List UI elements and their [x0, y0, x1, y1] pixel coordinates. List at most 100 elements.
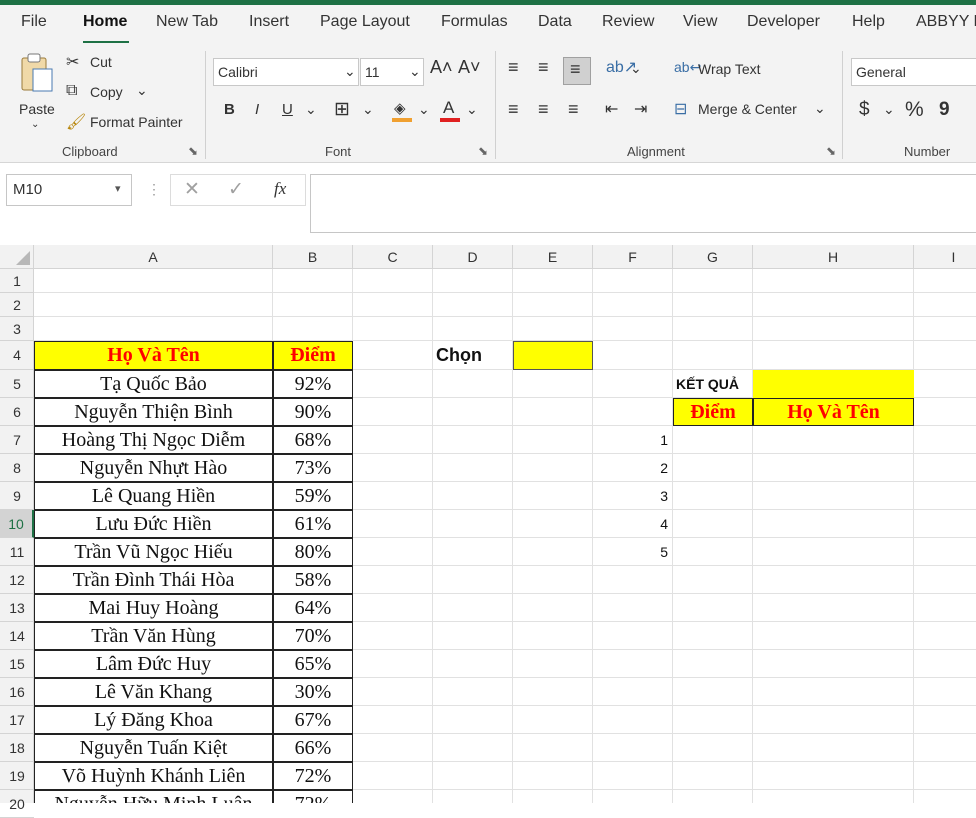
column-header-d[interactable]: D — [433, 245, 513, 269]
row-header-2[interactable]: 2 — [0, 293, 34, 317]
row-header-7[interactable]: 7 — [0, 426, 34, 454]
insert-function-icon[interactable]: fx — [274, 179, 286, 199]
dialog-launcher-icon[interactable]: ⬊ — [826, 144, 836, 158]
rank-number[interactable]: 1 — [593, 426, 673, 454]
result-header-name[interactable]: Họ Và Tên — [753, 398, 914, 426]
table-row-score[interactable]: 92% — [273, 370, 353, 398]
table-row-score[interactable]: 65% — [273, 650, 353, 678]
dialog-launcher-icon[interactable]: ⬊ — [188, 144, 198, 158]
table-row-score[interactable]: 68% — [273, 426, 353, 454]
row-header-18[interactable]: 18 — [0, 734, 34, 762]
table-row-name[interactable]: Võ Huỳnh Khánh Liên — [34, 762, 273, 790]
comma-style-button[interactable]: 9 — [939, 99, 950, 121]
formula-input[interactable] — [310, 174, 976, 233]
tab-new-tab[interactable]: New Tab — [156, 13, 218, 31]
drag-handle-icon[interactable]: ⋮ — [147, 181, 161, 198]
rank-number[interactable]: 5 — [593, 538, 673, 566]
table-row-score[interactable]: 72% — [273, 790, 353, 803]
align-center-icon[interactable]: ≡ — [538, 99, 549, 120]
row-header-9[interactable]: 9 — [0, 482, 34, 510]
table-row-score[interactable]: 70% — [273, 622, 353, 650]
table-row-score[interactable]: 64% — [273, 594, 353, 622]
tab-formulas[interactable]: Formulas — [441, 13, 508, 31]
table-row-score[interactable]: 66% — [273, 734, 353, 762]
column-header-a[interactable]: A — [34, 245, 273, 269]
italic-icon[interactable]: I — [255, 101, 259, 118]
align-bottom-button[interactable]: ≡ — [563, 57, 591, 85]
font-color-icon[interactable]: A — [440, 98, 460, 123]
table-row-score[interactable]: 90% — [273, 398, 353, 426]
ket-qua-label[interactable]: KẾT QUẢ — [673, 370, 753, 398]
table-row-name[interactable]: Trần Vũ Ngọc Hiếu — [34, 538, 273, 566]
table-header-name[interactable]: Họ Và Tên — [34, 341, 273, 370]
chevron-down-icon[interactable]: ⌄ — [883, 101, 895, 118]
tab-data[interactable]: Data — [538, 13, 572, 31]
underline-icon[interactable]: U — [282, 101, 293, 118]
table-row-score[interactable]: 73% — [273, 454, 353, 482]
font-size-select[interactable]: 11 ⌄ — [360, 58, 424, 86]
table-row-name[interactable]: Lê Văn Khang — [34, 678, 273, 706]
cell-grid[interactable]: Họ Và Tên Điểm Chọn Tạ Quốc Bảo 92% Nguyễn Th… — [34, 269, 976, 803]
percent-button[interactable]: % — [905, 98, 924, 122]
paste-button[interactable]: Paste ⌄ — [14, 51, 60, 131]
table-header-score[interactable]: Điểm — [273, 341, 353, 370]
rank-number[interactable]: 4 — [593, 510, 673, 538]
chon-input-cell[interactable] — [513, 341, 593, 370]
table-row-name[interactable]: Nguyễn Hữu Minh Luân — [34, 790, 273, 803]
chevron-down-icon[interactable]: ⌄ — [305, 101, 317, 118]
column-header-h[interactable]: H — [753, 245, 914, 269]
borders-icon[interactable]: ⊞ — [334, 98, 350, 121]
tab-home[interactable]: Home — [83, 13, 127, 31]
table-row-name[interactable]: Nguyễn Tuấn Kiệt — [34, 734, 273, 762]
align-left-icon[interactable]: ≡ — [508, 99, 519, 120]
chevron-down-icon[interactable]: ⌄ — [418, 101, 430, 118]
font-name-select[interactable]: Calibri ⌄ — [213, 58, 359, 86]
bold-icon[interactable]: B — [224, 101, 235, 118]
row-header-12[interactable]: 12 — [0, 566, 34, 594]
row-header-14[interactable]: 14 — [0, 622, 34, 650]
table-row-score[interactable]: 67% — [273, 706, 353, 734]
row-header-1[interactable]: 1 — [0, 269, 34, 293]
cancel-icon[interactable]: ✕ — [184, 178, 200, 201]
chon-label[interactable]: Chọn — [433, 341, 513, 370]
table-row-score[interactable]: 58% — [273, 566, 353, 594]
row-header-6[interactable]: 6 — [0, 398, 34, 426]
chevron-down-icon[interactable]: ⌄ — [630, 60, 642, 77]
row-header-3[interactable]: 3 — [0, 317, 34, 341]
cut-button[interactable]: ✂ Cut — [66, 52, 136, 74]
chevron-down-icon[interactable]: ⌄ — [466, 101, 478, 118]
table-row-name[interactable]: Lý Đăng Khoa — [34, 706, 273, 734]
table-row-name[interactable]: Lê Quang Hiền — [34, 482, 273, 510]
tab-insert[interactable]: Insert — [249, 13, 289, 31]
align-middle-icon[interactable]: ≡ — [538, 57, 549, 78]
wrap-text-button[interactable]: ab↩ Wrap Text — [674, 59, 774, 83]
row-header-11[interactable]: 11 — [0, 538, 34, 566]
table-row-name[interactable]: Nguyễn Nhựt Hào — [34, 454, 273, 482]
chevron-down-icon[interactable]: ⌄ — [362, 101, 374, 118]
table-row-name[interactable]: Trần Đình Thái Hòa — [34, 566, 273, 594]
result-header-score[interactable]: Điểm — [673, 398, 753, 426]
table-row-name[interactable]: Nguyễn Thiện Bình — [34, 398, 273, 426]
tab-page-layout[interactable]: Page Layout — [320, 13, 410, 31]
row-header-16[interactable]: 16 — [0, 678, 34, 706]
table-row-name[interactable]: Lâm Đức Huy — [34, 650, 273, 678]
copy-button[interactable]: ⧉ Copy ⌄ — [66, 82, 156, 104]
column-header-b[interactable]: B — [273, 245, 353, 269]
chevron-down-icon[interactable]: ⌄ — [31, 119, 39, 130]
merge-center-button[interactable]: ⊟ Merge & Center ⌄ — [674, 99, 830, 123]
column-header-c[interactable]: C — [353, 245, 433, 269]
currency-button[interactable]: $ — [859, 99, 870, 121]
row-header-20[interactable]: 20 — [0, 790, 34, 818]
column-header-g[interactable]: G — [673, 245, 753, 269]
table-row-name[interactable]: Tạ Quốc Bảo — [34, 370, 273, 398]
table-row-score[interactable]: 61% — [273, 510, 353, 538]
rank-number[interactable]: 2 — [593, 454, 673, 482]
dialog-launcher-icon[interactable]: ⬊ — [478, 144, 488, 158]
fill-color-icon[interactable]: ◈ — [392, 99, 412, 123]
row-header-4[interactable]: 4 — [0, 341, 34, 370]
select-all-button[interactable] — [0, 245, 34, 269]
table-row-score[interactable]: 72% — [273, 762, 353, 790]
table-row-name[interactable]: Trần Văn Hùng — [34, 622, 273, 650]
row-header-19[interactable]: 19 — [0, 762, 34, 790]
row-header-8[interactable]: 8 — [0, 454, 34, 482]
